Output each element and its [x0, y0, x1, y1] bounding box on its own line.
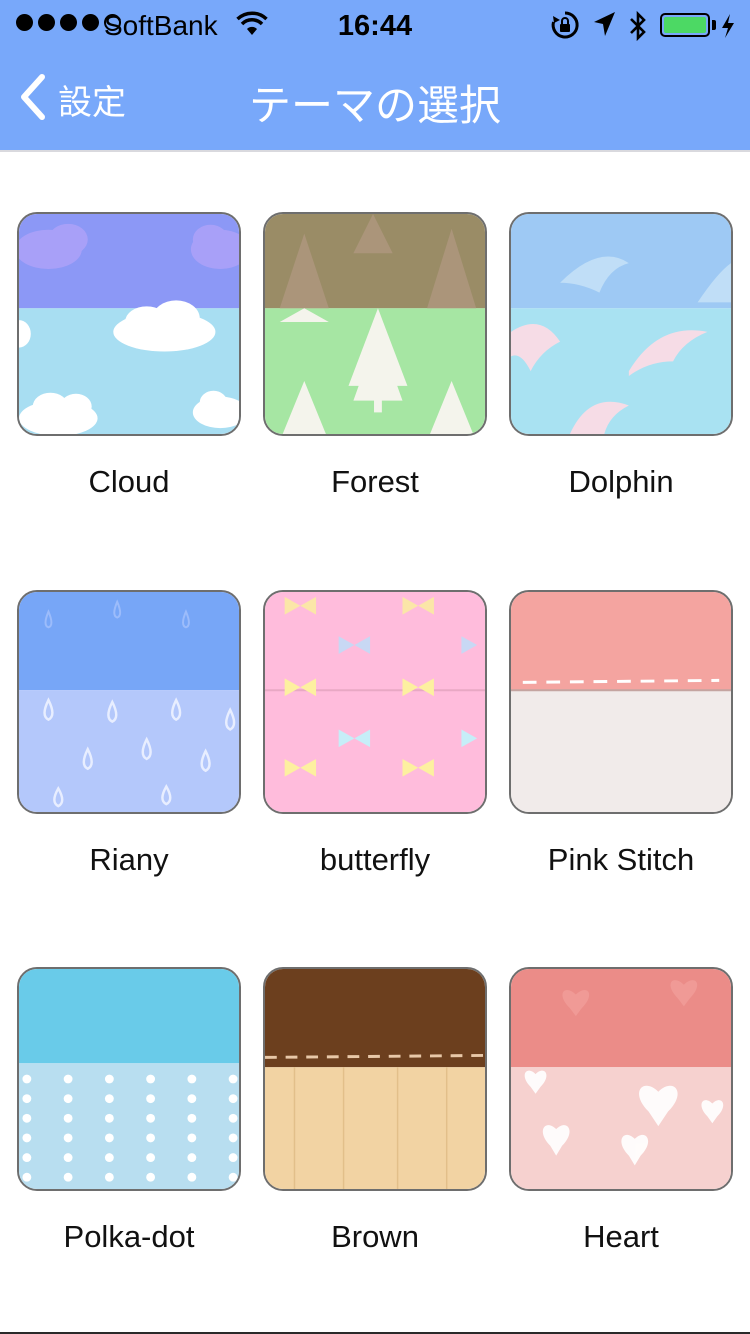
theme-label-riany: Riany	[89, 842, 169, 877]
polka-dot-mark	[187, 1133, 197, 1143]
theme-tile-dolphin[interactable]: Dolphin	[509, 212, 733, 499]
theme-label-forest: Forest	[331, 464, 419, 499]
polka-dot-mark	[146, 1074, 156, 1084]
polka-dot-mark	[22, 1172, 32, 1182]
polka-dot-mark	[146, 1094, 156, 1104]
polka-dot-mark	[104, 1172, 114, 1182]
theme-label-butterfly: butterfly	[319, 842, 431, 877]
polka-dot-mark	[146, 1113, 156, 1123]
theme-tile-cloud[interactable]: Cloud	[17, 212, 241, 499]
theme-thumbnail-brown	[263, 967, 487, 1191]
status-bar: SoftBank 16:44	[0, 0, 750, 50]
battery-level-fill	[664, 17, 706, 33]
polka-dot-mark	[228, 1094, 238, 1104]
polka-dot-mark	[146, 1153, 156, 1162]
polka-dot-mark	[63, 1094, 73, 1104]
theme-tile-brown[interactable]: Brown	[263, 967, 487, 1254]
polka-dot-mark	[187, 1113, 197, 1123]
polka-dot-mark	[22, 1113, 32, 1123]
location-arrow-icon	[592, 10, 616, 45]
theme-thumbnail-forest	[263, 212, 487, 436]
polka-dot-mark	[187, 1094, 197, 1104]
theme-label-pink-stitch: Pink Stitch	[547, 842, 695, 877]
polka-dot-mark	[104, 1133, 114, 1143]
battery-icon	[660, 13, 710, 37]
polka-dot-mark	[228, 1133, 238, 1143]
polka-dot-mark	[228, 1172, 238, 1182]
polka-dot-mark	[63, 1074, 73, 1084]
theme-thumbnail-riany	[17, 590, 241, 814]
polka-dot-mark	[228, 1113, 238, 1123]
navigation-header: SoftBank 16:44 設定 テーマの選択	[0, 0, 750, 150]
theme-tile-pink-stitch[interactable]: Pink Stitch	[509, 590, 733, 877]
theme-tile-heart[interactable]: Heart	[509, 967, 733, 1254]
theme-label-brown: Brown	[331, 1219, 419, 1254]
theme-thumbnail-heart	[509, 967, 733, 1191]
theme-tile-riany[interactable]: Riany	[17, 590, 241, 877]
polka-dot-mark	[104, 1153, 114, 1162]
polka-dot-mark	[63, 1172, 73, 1182]
polka-dot-mark	[63, 1133, 73, 1143]
theme-tile-polka-dot[interactable]: Polka-dot	[17, 967, 241, 1254]
theme-label-polka-dot: Polka-dot	[63, 1219, 195, 1254]
polka-dot-mark	[104, 1094, 114, 1104]
theme-thumbnail-dolphin	[509, 212, 733, 436]
polka-dot-mark	[146, 1172, 156, 1182]
polka-dot-mark	[187, 1074, 197, 1084]
polka-dot-mark	[63, 1113, 73, 1123]
polka-dot-mark	[187, 1153, 197, 1162]
polka-dot-mark	[22, 1133, 32, 1143]
polka-dot-mark	[104, 1074, 114, 1084]
bluetooth-icon	[628, 10, 648, 49]
page-title: テーマの選択	[248, 81, 501, 130]
polka-dot-mark	[146, 1133, 156, 1143]
theme-tile-butterfly[interactable]: butterfly	[263, 590, 487, 877]
polka-dot-mark	[104, 1113, 114, 1123]
header-divider	[0, 150, 750, 152]
theme-label-heart: Heart	[583, 1219, 659, 1254]
theme-label-dolphin: Dolphin	[568, 464, 674, 499]
polka-dot-mark	[22, 1153, 32, 1162]
orientation-lock-icon	[550, 10, 580, 47]
polka-dot-mark	[228, 1153, 238, 1162]
theme-thumbnail-cloud	[17, 212, 241, 436]
theme-label-cloud: Cloud	[88, 464, 170, 499]
theme-thumbnail-polka-dot	[17, 967, 241, 1191]
charging-bolt-icon	[720, 12, 736, 47]
polka-dot-mark	[22, 1074, 32, 1084]
polka-dot-mark	[63, 1153, 73, 1162]
theme-thumbnail-pink-stitch	[509, 590, 733, 814]
polka-dot-mark	[187, 1172, 197, 1182]
polka-dot-mark	[228, 1074, 238, 1084]
theme-thumbnail-butterfly	[263, 590, 487, 814]
polka-dot-mark	[22, 1094, 32, 1104]
theme-tile-forest[interactable]: Forest	[263, 212, 487, 499]
battery-tip	[712, 20, 716, 30]
